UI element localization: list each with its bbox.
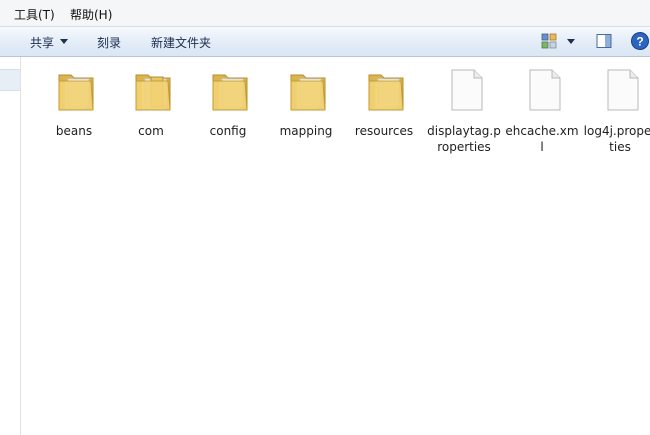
menu-item-tools[interactable]: 工具(T) — [14, 6, 55, 23]
navigation-pane[interactable] — [0, 57, 21, 435]
item-label: com — [138, 124, 164, 138]
svg-text:?: ? — [636, 35, 643, 49]
share-button[interactable]: 共享 — [30, 34, 54, 51]
change-view-icon[interactable] — [541, 33, 557, 49]
folder-icon — [210, 67, 250, 113]
menu-bar: 工具(T) 帮助(H) — [0, 0, 650, 27]
item-label: mapping — [279, 124, 333, 138]
share-dropdown-icon[interactable] — [60, 39, 68, 44]
help-icon[interactable]: ? — [630, 31, 650, 51]
command-toolbar: 共享 刻录 新建文件夹 ? — [0, 27, 650, 57]
item-label: config — [209, 124, 247, 138]
item-label: log4j.properties — [583, 124, 650, 154]
file-icon — [446, 67, 486, 113]
file-list: beans com config mapping resources displ… — [22, 57, 650, 435]
burn-button[interactable]: 刻录 — [97, 34, 121, 51]
preview-pane-icon[interactable] — [596, 33, 612, 49]
file-icon — [524, 67, 564, 113]
item-label: displaytag.properties — [427, 124, 501, 154]
item-label: resources — [354, 124, 414, 138]
menu-item-help[interactable]: 帮助(H) — [70, 6, 112, 23]
nav-selected-item[interactable] — [0, 69, 20, 91]
item-label: beans — [55, 124, 93, 138]
new-folder-button[interactable]: 新建文件夹 — [151, 34, 211, 51]
folder-icon — [56, 67, 96, 113]
folder-icon — [288, 67, 328, 113]
file-icon — [602, 67, 642, 113]
folder-icon — [133, 67, 173, 113]
folder-icon — [366, 67, 406, 113]
view-options-dropdown-icon[interactable] — [567, 39, 575, 44]
item-label: ehcache.xml — [505, 124, 579, 154]
